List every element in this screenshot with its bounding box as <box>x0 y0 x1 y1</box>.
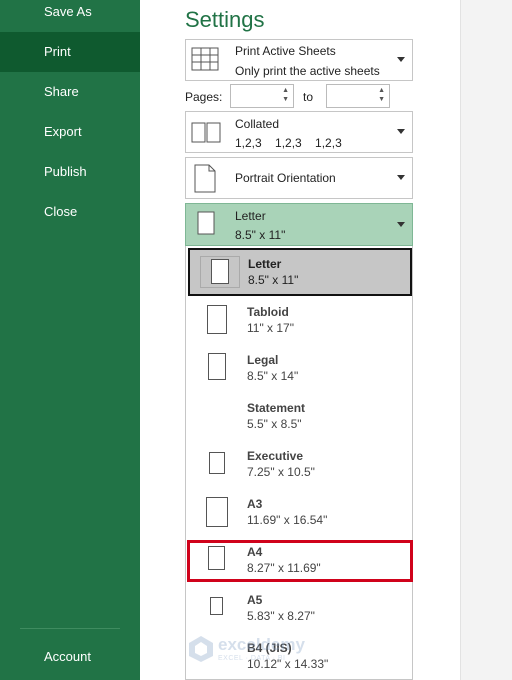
nav-publish[interactable]: Publish <box>0 152 140 192</box>
paper-name: Legal <box>247 353 279 367</box>
paper-dimensions: 8.5" x 11" <box>248 273 299 287</box>
paper-dimensions: 5.5" x 8.5" <box>247 417 302 431</box>
paper-icon <box>207 305 227 334</box>
nav-save-as[interactable]: Save As <box>0 0 140 32</box>
paper-icon <box>197 211 215 235</box>
paper-name: Executive <box>247 449 304 463</box>
spin-arrows-icon[interactable]: ▲ ▼ <box>282 86 289 104</box>
nav-print[interactable]: Print <box>0 32 140 72</box>
paper-option-a3[interactable]: A3 11.69" x 16.54" <box>186 488 412 536</box>
paper-name: Statement <box>247 401 306 415</box>
paper-dimensions: 11" x 17" <box>247 321 294 335</box>
paper-size-dropdown[interactable]: Letter 8.5" x 11" <box>185 203 413 246</box>
paper-size-list: Letter 8.5" x 11" Tabloid 11" x 17" Lega… <box>185 246 413 680</box>
nav-close[interactable]: Close <box>0 192 140 232</box>
settings-title: Settings <box>185 7 265 32</box>
paper-option-executive[interactable]: Executive 7.25" x 10.5" <box>186 440 412 488</box>
paper-name: A5 <box>247 593 263 607</box>
pages-to-input[interactable]: ▲ ▼ <box>326 84 390 108</box>
sheets-icon <box>191 47 219 71</box>
paper-option-a5[interactable]: A5 5.83" x 8.27" <box>186 584 412 632</box>
spin-arrows-icon[interactable]: ▲ ▼ <box>378 86 385 104</box>
nav-export[interactable]: Export <box>0 112 140 152</box>
collation-dropdown[interactable]: Collated 1,2,3 1,2,3 1,2,3 <box>185 111 413 153</box>
preview-area <box>460 0 512 680</box>
chevron-down-icon <box>397 129 405 134</box>
collation-title: Collated <box>235 117 280 131</box>
paper-icon <box>210 597 223 615</box>
collation-subtitle: 1,2,3 1,2,3 1,2,3 <box>235 136 342 150</box>
paper-name: Tabloid <box>247 305 289 319</box>
paper-icon <box>208 546 225 570</box>
paper-size-subtitle: 8.5" x 11" <box>235 228 286 242</box>
paper-icon <box>208 353 226 380</box>
backstage-sidebar: Save As Print Share Export Publish Close… <box>0 0 140 680</box>
print-what-dropdown[interactable]: Print Active Sheets Only print the activ… <box>185 39 413 81</box>
chevron-down-icon <box>397 175 405 180</box>
paper-icon <box>206 497 228 527</box>
paper-icon <box>211 259 229 284</box>
paper-size-title: Letter <box>235 209 266 223</box>
pages-to-label: to <box>303 90 314 104</box>
paper-option-tabloid[interactable]: Tabloid 11" x 17" <box>186 296 412 344</box>
nav-account[interactable]: Account <box>0 637 140 677</box>
paper-dimensions: 5.83" x 8.27" <box>247 609 315 623</box>
watermark-text: exceldemy <box>218 635 305 654</box>
watermark-subtext: EXCEL · DATA · BI <box>218 655 286 662</box>
paper-dimensions: 8.27" x 11.69" <box>247 561 321 575</box>
paper-name: A4 <box>247 545 263 559</box>
paper-option-a4[interactable]: A4 8.27" x 11.69" <box>186 536 412 584</box>
collated-icon <box>191 122 221 143</box>
paper-option-letter[interactable]: Letter 8.5" x 11" <box>188 248 412 296</box>
nav-share[interactable]: Share <box>0 72 140 112</box>
orientation-dropdown[interactable]: Portrait Orientation <box>185 157 413 199</box>
print-what-subtitle: Only print the active sheets <box>235 64 380 78</box>
chevron-down-icon <box>397 57 405 62</box>
nav-divider <box>20 628 120 629</box>
paper-name: A3 <box>247 497 263 511</box>
pages-label: Pages: <box>185 90 223 104</box>
print-what-title: Print Active Sheets <box>235 44 336 58</box>
paper-option-statement[interactable]: Statement 5.5" x 8.5" <box>186 392 412 440</box>
chevron-down-icon <box>397 221 405 227</box>
paper-icon <box>209 452 225 474</box>
orientation-title: Portrait Orientation <box>235 171 336 185</box>
pages-from-input[interactable]: ▲ ▼ <box>230 84 294 108</box>
paper-name: Letter <box>248 257 282 271</box>
paper-dimensions: 11.69" x 16.54" <box>247 513 328 527</box>
paper-dimensions: 7.25" x 10.5" <box>247 465 315 479</box>
portrait-page-icon <box>194 164 216 193</box>
paper-option-legal[interactable]: Legal 8.5" x 14" <box>186 344 412 392</box>
watermark: exceldemy EXCEL · DATA · BI <box>188 633 348 669</box>
paper-dimensions: 8.5" x 14" <box>247 369 299 383</box>
logo-icon <box>189 636 213 662</box>
